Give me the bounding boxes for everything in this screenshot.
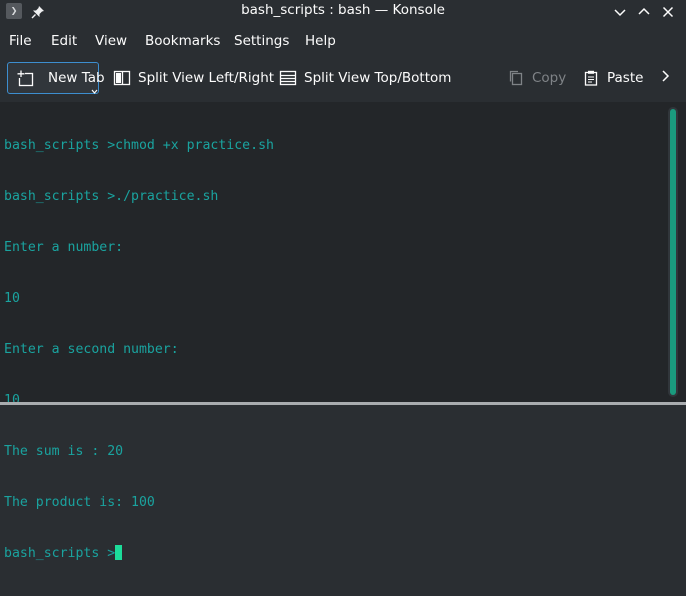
menu-help[interactable]: Help bbox=[305, 29, 336, 53]
terminal-prompt: bash_scripts > bbox=[4, 546, 116, 561]
terminal-view[interactable]: bash_scripts >chmod +x practice.sh bash_… bbox=[0, 102, 686, 561]
minimize-icon[interactable] bbox=[611, 3, 629, 21]
terminal-line: 10 bbox=[4, 291, 20, 306]
maximize-icon[interactable] bbox=[635, 3, 653, 21]
terminal-prompt-line: bash_scripts > bbox=[4, 545, 274, 562]
terminal-line: The product is: 100 bbox=[4, 495, 155, 510]
copy-button[interactable]: Copy bbox=[507, 62, 566, 94]
paste-label: Paste bbox=[607, 70, 644, 86]
paste-button[interactable]: Paste bbox=[582, 62, 643, 94]
scrollbar-thumb[interactable] bbox=[670, 109, 676, 395]
split-left-right-button[interactable]: Split View Left/Right bbox=[113, 62, 274, 94]
split-left-right-icon bbox=[113, 69, 131, 87]
paste-icon bbox=[582, 69, 600, 87]
window-title: bash_scripts : bash — Konsole bbox=[241, 2, 445, 18]
split-left-right-label: Split View Left/Right bbox=[138, 70, 275, 86]
terminal-line: Enter a number: bbox=[4, 240, 124, 255]
terminal-line: bash_scripts >chmod +x practice.sh bbox=[4, 138, 274, 153]
menu-settings[interactable]: Settings bbox=[234, 29, 289, 53]
copy-icon bbox=[507, 69, 525, 87]
menu-file[interactable]: File bbox=[9, 29, 32, 53]
terminal-cursor bbox=[115, 545, 123, 560]
new-tab-button[interactable]: New Tab bbox=[7, 62, 105, 94]
toolbar: New Tab Split View Left/Right Split View… bbox=[0, 60, 686, 98]
menu-edit[interactable]: Edit bbox=[51, 29, 77, 53]
split-top-bottom-label: Split View Top/Bottom bbox=[304, 70, 452, 86]
chevron-down-icon[interactable] bbox=[91, 80, 98, 99]
new-tab-icon bbox=[17, 70, 35, 88]
split-top-bottom-icon bbox=[279, 69, 297, 87]
close-icon[interactable] bbox=[659, 3, 677, 21]
split-top-bottom-button[interactable]: Split View Top/Bottom bbox=[279, 62, 451, 94]
copy-label: Copy bbox=[532, 70, 567, 86]
title-bar: ❯ bash_scripts : bash — Konsole bbox=[0, 0, 686, 24]
terminal-line: bash_scripts >./practice.sh bbox=[4, 189, 219, 204]
toolbar-overflow-button[interactable] bbox=[660, 62, 672, 94]
menu-view[interactable]: View bbox=[95, 29, 127, 53]
menu-bookmarks[interactable]: Bookmarks bbox=[145, 29, 220, 53]
terminal-line: Enter a second number: bbox=[4, 342, 179, 357]
terminal-line: 10 bbox=[4, 393, 20, 408]
chevron-right-icon bbox=[660, 67, 672, 89]
terminal-output: bash_scripts >chmod +x practice.sh bash_… bbox=[4, 103, 274, 596]
terminal-line: The sum is : 20 bbox=[4, 444, 124, 459]
